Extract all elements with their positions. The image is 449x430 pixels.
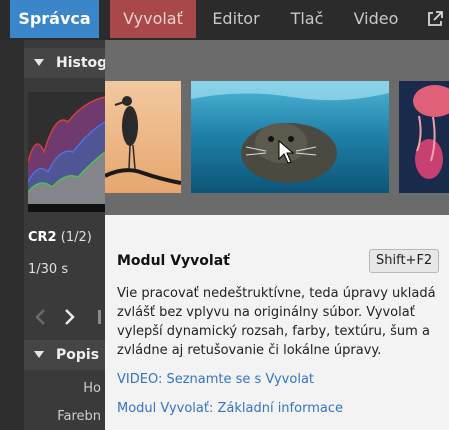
histogram-title: Histogram (56, 55, 105, 71)
thumbnail-jellyfish[interactable] (399, 81, 449, 193)
exposure-value: 1/30 s (28, 262, 69, 277)
module-tooltip: Modul Vyvolať Shift+F2 Vie pracovať nede… (105, 215, 449, 430)
thumbnail-sea-lion[interactable] (191, 81, 389, 193)
next-arrow-icon[interactable] (65, 309, 75, 325)
histogram-chart (28, 92, 105, 212)
file-index: (1/2) (60, 230, 92, 245)
description-section-header[interactable]: Popis (24, 340, 105, 370)
thumbnail-heron[interactable] (105, 81, 181, 193)
tooltip-title: Modul Vyvolať (117, 253, 230, 269)
collapse-triangle-icon (34, 59, 44, 66)
info-panel: Histogram CR2 (1/2) 1/30 s Popis Ho Fare… (24, 40, 105, 430)
tab-vyvolat[interactable]: Vyvolať (110, 0, 196, 38)
histogram-section-header[interactable]: Histogram (24, 48, 105, 78)
file-info: CR2 (1/2) (28, 230, 92, 245)
description-title: Popis (56, 347, 100, 363)
left-edge-strip (0, 40, 24, 430)
preview-area (105, 40, 449, 215)
keyboard-shortcut-badge: Shift+F2 (369, 249, 440, 273)
collapse-triangle-icon (34, 351, 44, 358)
tab-spravca[interactable]: Správca (10, 0, 99, 38)
file-format: CR2 (28, 230, 57, 245)
desc-row-label: Ho (83, 381, 101, 396)
module-tab-bar: Správca Vyvolať Editor Tlač Video (0, 0, 449, 40)
previous-arrow-icon[interactable] (35, 309, 45, 325)
video-intro-link[interactable]: VIDEO: Seznamte se s Vyvolat (117, 372, 314, 387)
external-link-icon[interactable] (426, 10, 444, 28)
tab-tlac[interactable]: Tlač (280, 0, 334, 38)
tab-video[interactable]: Video (344, 0, 408, 38)
navigation-arrows (35, 309, 101, 325)
desc-row-label: Farebn (57, 409, 101, 424)
tab-editor[interactable]: Editor (203, 0, 269, 38)
module-info-link[interactable]: Modul Vyvolať: Základní informace (117, 401, 343, 416)
tooltip-description: Vie pracovať nedeštruktívne, teda úpravy… (117, 286, 436, 358)
